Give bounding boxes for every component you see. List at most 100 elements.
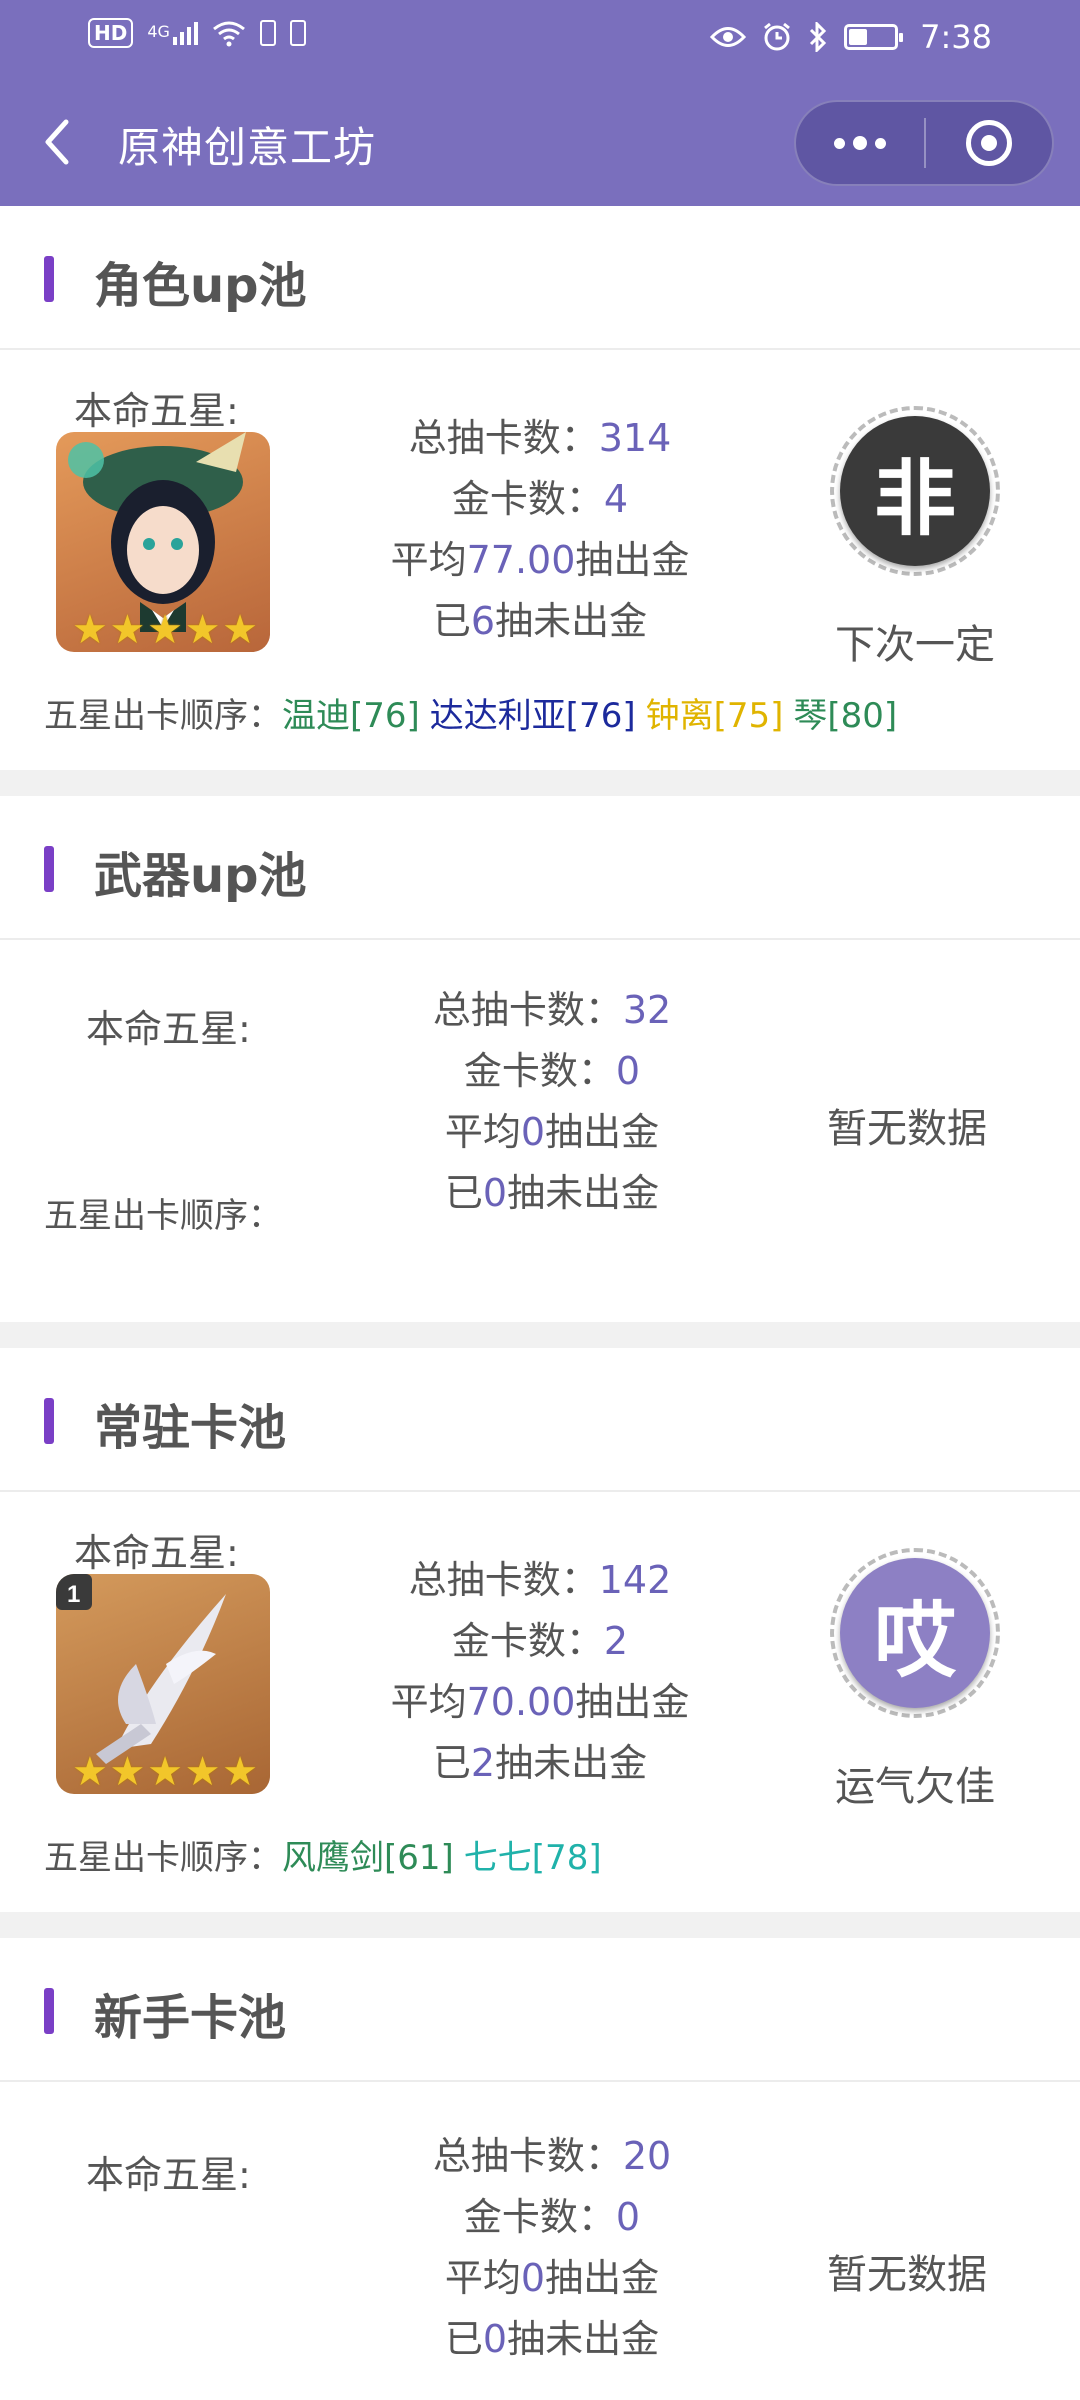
average-suffix: 抽出金 bbox=[575, 538, 690, 582]
pool-section-standard: 常驻卡池 本命五星: 1 ★ ★ ★ ★ ★ 总抽卡数：142 金卡数：2 平均… bbox=[0, 1348, 1080, 1912]
order-item: 温迪[76] bbox=[282, 696, 420, 736]
five-star-order: 五星出卡顺序：风鹰剑[61] 七七[78] bbox=[44, 1830, 612, 1879]
average-row: 平均70.00抽出金 bbox=[300, 1672, 780, 1733]
average-suffix: 抽出金 bbox=[545, 2256, 660, 2300]
section-accent-bar bbox=[44, 846, 54, 892]
section-body: 本命五星: 1 ★ ★ ★ ★ ★ 总抽卡数：142 金卡数：2 平均70.00… bbox=[0, 1492, 1080, 1912]
section-title: 常驻卡池 bbox=[94, 1400, 287, 1456]
pool-section-weapon: 武器up池 本命五星: 总抽卡数：32 金卡数：0 平均0抽出金 已0抽未出金 … bbox=[0, 796, 1080, 1322]
section-header: 武器up池 bbox=[0, 796, 1080, 940]
order-item: 钟离[75] bbox=[645, 696, 784, 736]
rarity-stars: ★ ★ ★ ★ ★ bbox=[72, 608, 258, 652]
luck-badge: 哎 bbox=[830, 1548, 1000, 1718]
luck-verdict: 运气欠佳 bbox=[835, 1764, 995, 1810]
five-star-order: 五星出卡顺序：温迪[76] 达达利亚[76] 钟离[75] 琴[80] bbox=[44, 688, 907, 737]
star-icon: ★ bbox=[109, 1749, 146, 1794]
pool-stats: 总抽卡数：314 金卡数：4 平均77.00抽出金 已6抽未出金 bbox=[300, 408, 780, 652]
section-body: 本命五星: ★ ★ ★ ★ ★ 总抽卡数：314 金卡数：4 平均77.00抽出… bbox=[0, 350, 1080, 770]
order-item: 风鹰剑[61] bbox=[282, 1838, 454, 1878]
bluetooth-icon bbox=[810, 22, 827, 52]
star-icon: ★ bbox=[222, 1749, 258, 1794]
total-pulls-row: 总抽卡数：142 bbox=[300, 1550, 780, 1611]
rarity-stars: ★ ★ ★ ★ ★ bbox=[72, 1750, 258, 1794]
status-time: 7:38 bbox=[920, 18, 992, 56]
order-item: 琴[80] bbox=[793, 696, 898, 736]
five-star-order-label: 五星出卡顺序： bbox=[44, 696, 282, 736]
status-bar: HD 4G 7:38 bbox=[0, 0, 1080, 78]
pity-value: 0 bbox=[482, 1171, 508, 1215]
svg-text:1: 1 bbox=[67, 1581, 80, 1608]
five-star-order-label: 五星出卡顺序： bbox=[44, 1196, 282, 1236]
pity-row: 已2抽未出金 bbox=[300, 1733, 780, 1794]
section-body: 本命五星: 总抽卡数：20 金卡数：0 平均0抽出金 已0抽未出金 暂无数据 bbox=[0, 2082, 1080, 2400]
star-icon: ★ bbox=[109, 607, 146, 652]
section-title: 武器up池 bbox=[94, 848, 307, 904]
gold-count-row: 金卡数：2 bbox=[300, 1611, 780, 1672]
star-icon: ★ bbox=[147, 607, 183, 652]
total-pulls-label: 总抽卡数： bbox=[408, 1558, 599, 1602]
total-pulls-value: 32 bbox=[622, 988, 672, 1032]
mini-program-capsule bbox=[794, 100, 1054, 186]
pity-prefix: 已 bbox=[432, 1741, 471, 1785]
section-accent-bar bbox=[44, 256, 54, 302]
pity-row: 已0抽未出金 bbox=[312, 2309, 792, 2370]
gold-count-value: 0 bbox=[615, 1049, 641, 1093]
star-icon: ★ bbox=[72, 1749, 108, 1794]
average-row: 平均0抽出金 bbox=[312, 2248, 792, 2309]
gold-count-row: 金卡数：0 bbox=[312, 2187, 792, 2248]
section-header: 常驻卡池 bbox=[0, 1348, 1080, 1492]
star-icon: ★ bbox=[72, 607, 108, 652]
average-prefix: 平均 bbox=[390, 1680, 467, 1724]
pool-section-beginner: 新手卡池 本命五星: 总抽卡数：20 金卡数：0 平均0抽出金 已0抽未出金 暂… bbox=[0, 1938, 1080, 2400]
average-value: 70.00 bbox=[466, 1680, 576, 1724]
section-title: 角色up池 bbox=[94, 258, 307, 314]
total-pulls-label: 总抽卡数： bbox=[432, 2134, 623, 2178]
five-star-order-label: 五星出卡顺序： bbox=[44, 1838, 282, 1878]
order-item: 七七[78] bbox=[463, 1838, 602, 1878]
pool-stats: 总抽卡数：32 金卡数：0 平均0抽出金 已0抽未出金 bbox=[312, 980, 792, 1224]
back-arrow-icon[interactable] bbox=[40, 116, 76, 168]
average-prefix: 平均 bbox=[390, 538, 467, 582]
section-body: 本命五星: 总抽卡数：32 金卡数：0 平均0抽出金 已0抽未出金 暂无数据 五… bbox=[0, 940, 1080, 1322]
status-right: 7:38 bbox=[710, 18, 992, 56]
pity-value: 2 bbox=[470, 1741, 496, 1785]
battery-icon bbox=[844, 24, 904, 50]
total-pulls-value: 142 bbox=[598, 1558, 672, 1602]
total-pulls-value: 20 bbox=[622, 2134, 672, 2178]
more-dots-icon[interactable] bbox=[796, 102, 924, 184]
close-target-icon[interactable] bbox=[926, 102, 1052, 184]
pity-row: 已6抽未出金 bbox=[300, 591, 780, 652]
weapon-avatar[interactable]: 1 ★ ★ ★ ★ ★ bbox=[56, 1574, 270, 1794]
page-title: 原神创意工坊 bbox=[118, 123, 377, 172]
character-avatar[interactable]: ★ ★ ★ ★ ★ bbox=[56, 432, 270, 652]
pity-suffix: 抽未出金 bbox=[507, 2317, 660, 2361]
section-title: 新手卡池 bbox=[94, 1990, 287, 2046]
average-suffix: 抽出金 bbox=[575, 1680, 690, 1724]
status-left: HD 4G bbox=[88, 18, 306, 48]
gold-count-value: 0 bbox=[615, 2195, 641, 2239]
section-header: 角色up池 bbox=[0, 206, 1080, 350]
pity-prefix: 已 bbox=[444, 1171, 483, 1215]
pool-stats: 总抽卡数：20 金卡数：0 平均0抽出金 已0抽未出金 bbox=[312, 2126, 792, 2370]
total-pulls-label: 总抽卡数： bbox=[432, 988, 623, 1032]
life-five-star-label: 本命五星: bbox=[86, 2153, 251, 2197]
pool-section-character: 角色up池 本命五星: ★ ★ ★ ★ ★ 总抽卡数：314 金卡数：4 平均7… bbox=[0, 206, 1080, 770]
eye-icon bbox=[710, 27, 747, 47]
luck-verdict: 暂无数据 bbox=[827, 2252, 987, 2298]
luck-badge-char: 哎 bbox=[840, 1558, 990, 1708]
sim-icon bbox=[259, 20, 276, 46]
pity-suffix: 抽未出金 bbox=[495, 599, 648, 643]
star-icon: ★ bbox=[222, 607, 258, 652]
life-five-star-label: 本命五星: bbox=[74, 1531, 239, 1575]
average-value: 0 bbox=[520, 2256, 546, 2300]
total-pulls-row: 总抽卡数：32 bbox=[312, 980, 792, 1041]
five-star-order: 五星出卡顺序： bbox=[44, 1188, 282, 1237]
average-prefix: 平均 bbox=[444, 2256, 521, 2300]
section-gap bbox=[0, 1912, 1080, 1938]
star-icon: ★ bbox=[184, 1749, 221, 1794]
pity-value: 6 bbox=[470, 599, 496, 643]
section-gap bbox=[0, 1322, 1080, 1348]
life-five-star-label: 本命五星: bbox=[74, 389, 239, 433]
pity-prefix: 已 bbox=[432, 599, 471, 643]
gold-count-label: 金卡数： bbox=[451, 1619, 604, 1663]
